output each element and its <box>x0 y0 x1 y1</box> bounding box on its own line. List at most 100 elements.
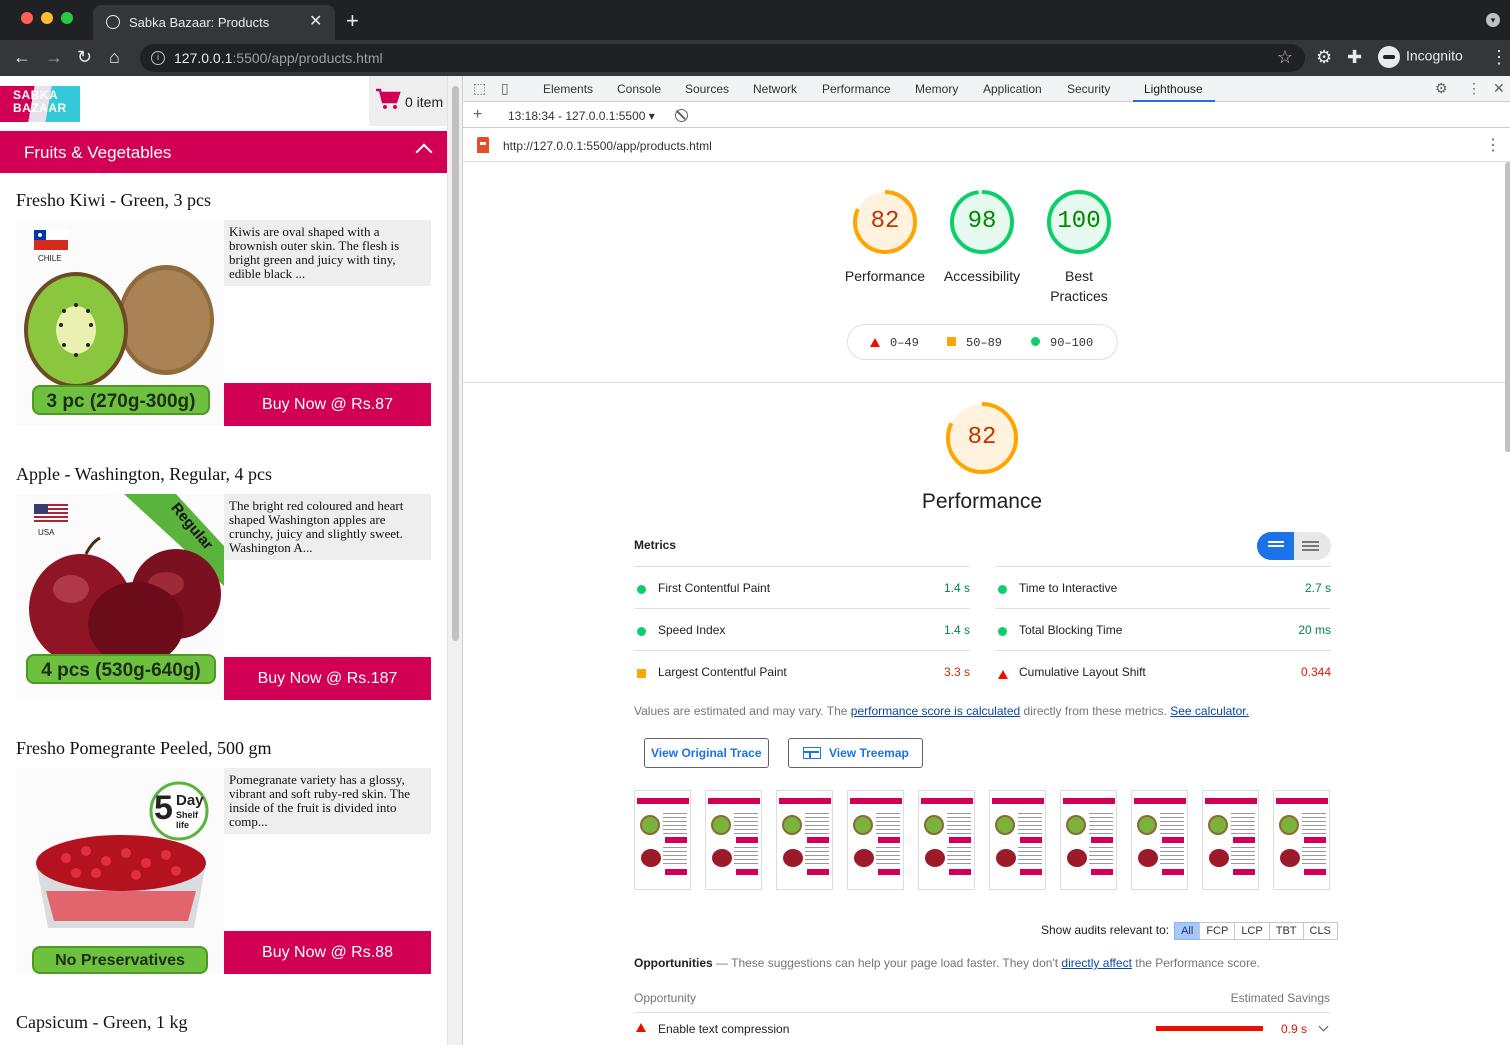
page-viewport: SABKA BAZAAR 0 item Fruits & Vegetables … <box>0 76 447 1045</box>
opportunity-row[interactable]: Enable text compression 0.9 s <box>634 1012 1330 1045</box>
filmstrip-frame <box>776 790 833 890</box>
tab-memory[interactable]: Memory <box>915 82 958 96</box>
back-icon[interactable]: ← <box>13 47 31 67</box>
treemap-icon <box>803 747 821 759</box>
filmstrip-frame <box>1131 790 1188 890</box>
close-devtools-icon[interactable]: ✕ <box>1493 80 1505 97</box>
product-image: CHILE 3 pc (270g-300g) <box>16 220 224 426</box>
incognito-profile[interactable]: Incognito <box>1378 46 1463 68</box>
metric-name: Speed Index <box>658 623 726 637</box>
shelf-life-text: Shelf life <box>176 810 199 830</box>
buy-now-button[interactable]: Buy Now @ Rs.88 <box>224 931 431 974</box>
bookmark-star-icon[interactable]: ☆ <box>1277 47 1293 68</box>
tab-console[interactable]: Console <box>617 82 661 96</box>
devtools-tabbar: ⬚ ▯ Elements Console Sources Network Per… <box>463 76 1510 102</box>
settings-gear-icon[interactable]: ⚙ <box>1435 80 1448 97</box>
preservatives-badge: No Preservatives <box>32 946 208 974</box>
filter-chip-all[interactable]: All <box>1174 922 1201 940</box>
filter-chip-fcp[interactable]: FCP <box>1199 922 1236 940</box>
metric-name: Time to Interactive <box>1019 581 1118 595</box>
category-accordion[interactable]: Fruits & Vegetables <box>0 131 447 173</box>
metric-row: Speed Index 1.4 s <box>634 608 970 650</box>
site-info-icon[interactable]: i <box>151 51 165 65</box>
cart-button[interactable]: 0 item <box>369 76 447 126</box>
filter-chip-tbt[interactable]: TBT <box>1268 922 1304 940</box>
report-selector[interactable]: 13:18:34 - 127.0.0.1:5500 ▾ <box>508 109 655 123</box>
view-original-trace-button[interactable]: View Original Trace <box>644 738 769 768</box>
product-name: Capsicum - Green, 1 kg <box>16 1012 188 1032</box>
score-gauge-performance[interactable]: 82 Performance <box>835 188 935 286</box>
address-bar[interactable]: i 127.0.0.1:5500/app/products.html ☆ <box>140 44 1305 72</box>
maximize-window-button[interactable] <box>61 12 73 24</box>
metric-value: 2.7 s <box>1304 581 1331 595</box>
tab-network[interactable]: Network <box>753 82 797 96</box>
gauge-score: 100 <box>1057 208 1101 235</box>
close-tab-icon[interactable]: ✕ <box>309 11 322 31</box>
report-menu-icon[interactable]: ⋮ <box>1485 135 1501 155</box>
tab-title: Sabka Bazaar: Products <box>129 15 270 30</box>
filmstrip-frame <box>634 790 691 890</box>
tab-lighthouse[interactable]: Lighthouse <box>1144 82 1203 96</box>
tab-search-icon[interactable]: ▾ <box>1486 13 1500 27</box>
score-gauge-accessibility[interactable]: 98 Accessibility <box>932 188 1032 286</box>
weight-badge: 3 pc (270g-300g) <box>32 385 210 415</box>
buy-now-button[interactable]: Buy Now @ Rs.87 <box>224 383 431 426</box>
audit-filter: Show audits relevant to: All FCP LCP TBT CLS <box>1041 922 1338 940</box>
reload-icon[interactable]: ↻ <box>77 47 92 67</box>
forward-icon[interactable]: → <box>45 47 63 67</box>
apple-image <box>29 536 221 666</box>
more-options-icon[interactable]: ⋮ <box>1467 80 1481 97</box>
cart-icon <box>376 88 401 109</box>
clear-reports-icon[interactable] <box>675 109 688 122</box>
product-description: Pomegranate variety has a glossy, vibran… <box>224 768 431 834</box>
see-calculator-link[interactable]: See calculator. <box>1170 704 1249 718</box>
page-scroll-thumb[interactable] <box>452 86 459 641</box>
tab-elements[interactable]: Elements <box>543 82 593 96</box>
fail-triangle-icon <box>870 338 880 347</box>
inspect-element-icon[interactable]: ⬚ <box>473 80 486 97</box>
extension-gear-icon[interactable]: ⚙ <box>1316 47 1332 67</box>
page-scrollbar[interactable] <box>447 76 462 1045</box>
directly-affect-link[interactable]: directly affect <box>1061 956 1131 970</box>
lighthouse-logo-icon <box>477 137 489 153</box>
compact-view-button[interactable] <box>1257 532 1294 560</box>
new-report-icon[interactable]: + <box>473 106 482 124</box>
performance-title: Performance <box>921 490 1043 513</box>
filter-chip-lcp[interactable]: LCP <box>1234 922 1270 940</box>
filter-chip-cls[interactable]: CLS <box>1302 922 1338 940</box>
tab-sources[interactable]: Sources <box>685 82 729 96</box>
tab-application[interactable]: Application <box>983 82 1042 96</box>
fail-triangle-icon <box>636 1023 646 1032</box>
devtools-scroll-thumb[interactable] <box>1505 162 1510 452</box>
metric-name: Largest Contentful Paint <box>658 665 787 679</box>
chevron-up-icon <box>415 143 433 161</box>
score-calculated-link[interactable]: performance score is calculated <box>851 704 1020 718</box>
score-gauge-best-practices[interactable]: 100 Best Practices <box>1029 188 1129 306</box>
site-logo[interactable]: SABKA BAZAAR <box>0 86 80 122</box>
devtools-scrollbar[interactable] <box>1505 162 1510 1045</box>
extensions-puzzle-icon[interactable]: ✚ <box>1347 47 1362 67</box>
metrics-view-toggle[interactable] <box>1257 532 1331 560</box>
tab-performance[interactable]: Performance <box>822 82 891 96</box>
metric-row: Largest Contentful Paint 3.3 s <box>634 650 970 692</box>
browser-tab[interactable]: Sabka Bazaar: Products ✕ <box>93 5 335 40</box>
view-treemap-button[interactable]: View Treemap <box>788 738 923 768</box>
fail-triangle-icon <box>998 670 1008 679</box>
opportunities-header: Opportunities — These suggestions can he… <box>634 956 1260 970</box>
tab-security[interactable]: Security <box>1067 82 1110 96</box>
expand-chevron-icon[interactable] <box>1318 1021 1329 1032</box>
legend-average: 50–89 <box>947 336 1002 350</box>
buy-now-button[interactable]: Buy Now @ Rs.187 <box>224 657 431 700</box>
new-tab-button[interactable]: + <box>346 8 359 34</box>
metric-row: Time to Interactive 2.7 s <box>995 566 1331 608</box>
browser-toolbar: ← → ↻ ⌂ i 127.0.0.1:5500/app/products.ht… <box>0 40 1510 76</box>
minimize-window-button[interactable] <box>41 12 53 24</box>
device-toolbar-icon[interactable]: ▯ <box>501 80 509 97</box>
expanded-view-icon[interactable] <box>1302 541 1319 543</box>
home-icon[interactable]: ⌂ <box>109 47 120 67</box>
opportunity-column-label: Opportunity <box>634 991 697 1005</box>
close-window-button[interactable] <box>21 12 33 24</box>
browser-menu-icon[interactable]: ⋮ <box>1490 47 1508 67</box>
globe-icon <box>106 15 120 29</box>
legend-fail: 0–49 <box>870 336 919 350</box>
